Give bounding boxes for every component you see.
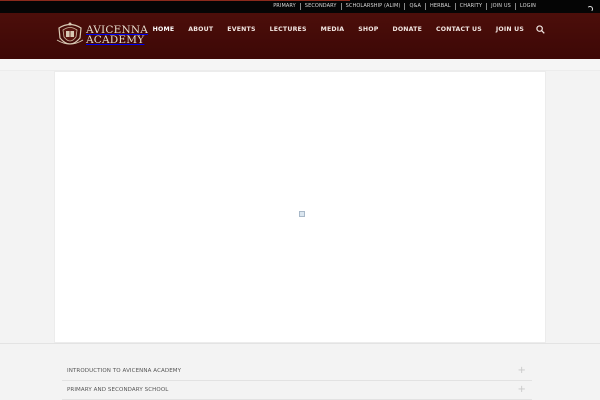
broken-image-icon xyxy=(299,211,305,217)
section-divider xyxy=(0,343,600,344)
site-logo[interactable]: AVICENNA ACADEMY xyxy=(56,20,148,50)
nav-media[interactable]: MEDIA xyxy=(314,26,352,33)
top-utility-bar: PRIMARY SECONDARY SCHOLARSHIP (ALIM) Q&A… xyxy=(0,0,600,13)
toplink-scholarship[interactable]: SCHOLARSHIP (ALIM) xyxy=(340,3,405,10)
main-navigation: HOME ABOUT EVENTS LECTURES MEDIA SHOP DO… xyxy=(146,13,545,46)
accordion-item-primary-secondary[interactable]: PRIMARY AND SECONDARY SCHOOL + xyxy=(62,381,532,400)
toplink-charity[interactable]: CHARITY xyxy=(454,3,486,10)
logo-wordmark: AVICENNA ACADEMY xyxy=(86,25,148,46)
toplink-join-us[interactable]: JOIN US xyxy=(486,3,515,10)
nav-shop[interactable]: SHOP xyxy=(351,26,385,33)
nav-join-us[interactable]: JOIN US xyxy=(489,26,531,33)
hero-slider-panel xyxy=(54,71,546,343)
logo-line-2: ACADEMY xyxy=(86,34,145,46)
toplink-secondary[interactable]: SECONDARY xyxy=(299,3,341,10)
toplink-login[interactable]: LOGIN xyxy=(514,3,540,10)
accordion-item-label: INTRODUCTION TO AVICENNA ACADEMY xyxy=(67,368,182,374)
nav-about[interactable]: ABOUT xyxy=(181,26,220,33)
academy-crest-icon xyxy=(56,22,84,45)
info-accordion: INTRODUCTION TO AVICENNA ACADEMY + PRIMA… xyxy=(62,362,532,400)
nav-home[interactable]: HOME xyxy=(146,26,182,33)
site-header: AVICENNA ACADEMY HOME ABOUT EVENTS LECTU… xyxy=(0,13,600,59)
nav-contact-us[interactable]: CONTACT US xyxy=(429,26,489,33)
nav-donate[interactable]: DONATE xyxy=(385,26,429,33)
plus-icon[interactable]: + xyxy=(518,385,526,395)
toplink-qa[interactable]: Q&A xyxy=(404,3,425,10)
toplink-herbal[interactable]: HERBAL xyxy=(425,3,455,10)
accordion-item-label: PRIMARY AND SECONDARY SCHOOL xyxy=(67,387,169,393)
plus-icon[interactable]: + xyxy=(518,366,526,376)
loading-spinner-icon xyxy=(587,6,593,12)
nav-lectures[interactable]: LECTURES xyxy=(263,26,314,33)
search-icon[interactable] xyxy=(536,25,545,34)
nav-events[interactable]: EVENTS xyxy=(220,26,262,33)
toplink-primary[interactable]: PRIMARY xyxy=(269,3,300,10)
content-top-strip xyxy=(0,59,600,71)
top-links: PRIMARY SECONDARY SCHOLARSHIP (ALIM) Q&A… xyxy=(269,0,540,13)
accordion-item-introduction[interactable]: INTRODUCTION TO AVICENNA ACADEMY + xyxy=(62,362,532,381)
